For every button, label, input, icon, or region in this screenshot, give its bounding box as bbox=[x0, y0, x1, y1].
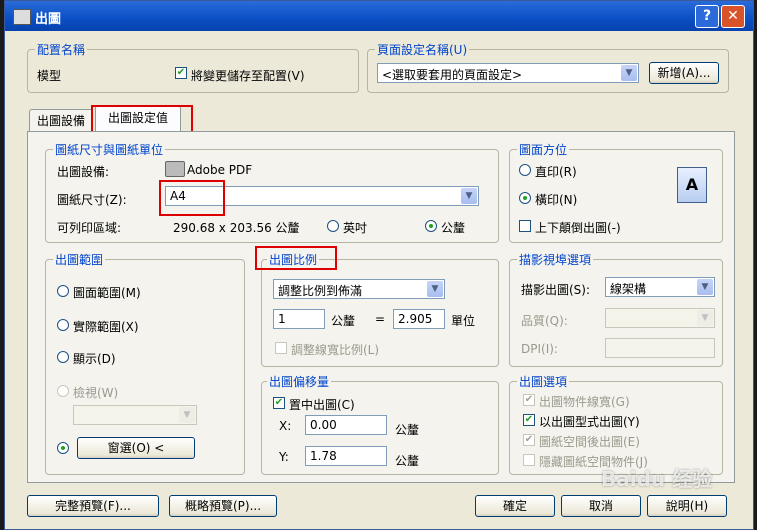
chevron-down-icon: ▼ bbox=[427, 281, 443, 297]
config-group-label: 配置名稱 bbox=[35, 41, 88, 58]
plot-lineweights-checkbox[interactable]: ✔ bbox=[523, 394, 535, 406]
device-value: Adobe PDF bbox=[187, 163, 253, 177]
plot-area-group-label: 出圖範圍 bbox=[53, 251, 106, 268]
plot-scale-highlight bbox=[255, 246, 337, 270]
portrait-label: 直印(R) bbox=[535, 165, 577, 179]
quality-select[interactable]: ▼ bbox=[605, 308, 715, 328]
shade-plot-select[interactable]: 線架構 ▼ bbox=[605, 277, 715, 297]
unit-mm-label: 公釐 bbox=[441, 221, 466, 235]
window-radio[interactable] bbox=[57, 442, 69, 454]
paperspace-last-label: 圖紙空間後出圖(E) bbox=[539, 435, 640, 449]
plot-options-group-label: 出圖選項 bbox=[517, 373, 570, 390]
upside-down-label: 上下顛倒出圖(-) bbox=[535, 221, 621, 235]
hide-paperspace-checkbox[interactable] bbox=[523, 454, 535, 466]
landscape-radio[interactable] bbox=[519, 192, 531, 204]
title-bar: 出圖 ? ✕ bbox=[5, 1, 753, 31]
app-icon bbox=[13, 9, 31, 25]
chevron-down-icon: ▼ bbox=[461, 188, 477, 204]
quality-label: 品質(Q): bbox=[521, 314, 568, 328]
offset-y-label: Y: bbox=[279, 450, 289, 464]
plot-dialog: 出圖 ? ✕ 配置名稱 模型 ✔ 將變更儲存至配置(V) 頁面設定名稱(U) <… bbox=[4, 0, 754, 530]
view-label: 檢視(W) bbox=[73, 386, 119, 400]
save-to-layout-checkbox[interactable]: ✔ bbox=[175, 67, 187, 79]
plot-with-styles-checkbox[interactable]: ✔ bbox=[523, 414, 535, 426]
unit-inch-label: 英吋 bbox=[343, 221, 368, 235]
extents-radio[interactable] bbox=[57, 319, 69, 331]
offset-x-input[interactable]: 0.00 bbox=[305, 415, 387, 435]
page-setup-select[interactable]: <選取要套用的頁面設定> ▼ bbox=[377, 63, 639, 83]
full-preview-button[interactable]: 完整預覽(F)... bbox=[27, 495, 159, 517]
limits-radio[interactable] bbox=[57, 285, 69, 297]
scale-value-2-input[interactable]: 2.905 bbox=[393, 309, 445, 329]
printable-area-value: 290.68 x 203.56 公釐 bbox=[173, 221, 300, 235]
upside-down-checkbox[interactable] bbox=[519, 220, 531, 232]
display-label: 顯示(D) bbox=[73, 352, 116, 366]
scale-mode-select[interactable]: 調整比例到佈滿 ▼ bbox=[273, 279, 445, 299]
orientation-group-label: 圖面方位 bbox=[517, 141, 570, 158]
chevron-down-icon: ▼ bbox=[179, 407, 195, 423]
partial-preview-button[interactable]: 概略預覽(P)... bbox=[169, 495, 277, 517]
plot-with-styles-label: 以出圖型式出圖(Y) bbox=[539, 415, 640, 429]
chevron-down-icon: ▼ bbox=[697, 279, 713, 295]
extents-label: 實際範圍(X) bbox=[73, 320, 139, 334]
chevron-down-icon: ▼ bbox=[697, 310, 713, 326]
view-radio[interactable] bbox=[57, 385, 69, 397]
view-select[interactable]: ▼ bbox=[73, 405, 197, 425]
help-button[interactable]: 說明(H) bbox=[647, 495, 727, 517]
plot-offset-group-label: 出圖偏移量 bbox=[267, 373, 332, 390]
baidu-watermark: Baidu 经验 bbox=[601, 467, 713, 491]
unit-mm-radio[interactable] bbox=[425, 220, 437, 232]
config-name: 模型 bbox=[37, 69, 62, 83]
dpi-input[interactable] bbox=[605, 338, 715, 358]
cancel-button[interactable]: 取消 bbox=[561, 495, 641, 517]
save-to-layout-label: 將變更儲存至配置(V) bbox=[191, 69, 305, 83]
dpi-label: DPI(I): bbox=[521, 342, 558, 356]
unit-inch-radio[interactable] bbox=[327, 220, 339, 232]
portrait-radio[interactable] bbox=[519, 164, 531, 176]
scale-value-1-input[interactable]: 1 bbox=[273, 309, 325, 329]
shade-plot-label: 描影出圖(S): bbox=[521, 283, 591, 297]
landscape-orientation-icon: A bbox=[677, 167, 707, 203]
printable-area-label: 可列印區域: bbox=[57, 221, 122, 235]
scale-lineweights-checkbox[interactable] bbox=[275, 342, 287, 354]
chevron-down-icon: ▼ bbox=[621, 65, 637, 81]
tab-device[interactable]: 出圖設備 bbox=[29, 109, 93, 131]
scale-equals: = bbox=[375, 312, 386, 326]
close-icon[interactable]: ✕ bbox=[721, 5, 745, 28]
landscape-label: 橫印(N) bbox=[535, 193, 578, 207]
window-pick-button[interactable]: 窗選(O) < bbox=[77, 437, 195, 459]
plot-lineweights-label: 出圖物件線寬(G) bbox=[539, 395, 630, 409]
paper-size-group-label: 圖紙尺寸與圖紙單位 bbox=[53, 141, 166, 158]
center-plot-checkbox[interactable]: ✔ bbox=[273, 397, 285, 409]
printer-icon bbox=[165, 161, 185, 177]
paperspace-last-checkbox[interactable]: ✔ bbox=[523, 434, 535, 446]
display-radio[interactable] bbox=[57, 351, 69, 363]
device-label: 出圖設備: bbox=[57, 165, 110, 179]
scale-unit-2: 單位 bbox=[451, 314, 476, 328]
paper-size-highlight bbox=[159, 180, 225, 216]
scale-unit-1: 公釐 bbox=[331, 314, 356, 328]
page-setup-group-label: 頁面設定名稱(U) bbox=[375, 41, 470, 58]
center-plot-label: 置中出圖(C) bbox=[289, 398, 355, 412]
shaded-viewport-group-label: 描影視埠選項 bbox=[517, 251, 594, 268]
offset-y-unit: 公釐 bbox=[395, 454, 420, 468]
window-title: 出圖 bbox=[35, 12, 62, 27]
ok-button[interactable]: 確定 bbox=[475, 495, 555, 517]
scale-lineweights-label: 調整線寬比例(L) bbox=[291, 343, 380, 357]
offset-x-label: X: bbox=[279, 419, 292, 433]
paper-size-label: 圖紙尺寸(Z): bbox=[57, 193, 127, 207]
offset-y-input[interactable]: 1.78 bbox=[305, 446, 387, 466]
help-question-icon[interactable]: ? bbox=[695, 5, 719, 28]
add-page-setup-button[interactable]: 新增(A)... bbox=[649, 62, 719, 84]
limits-label: 圖面範圍(M) bbox=[73, 286, 141, 300]
offset-x-unit: 公釐 bbox=[395, 423, 420, 437]
